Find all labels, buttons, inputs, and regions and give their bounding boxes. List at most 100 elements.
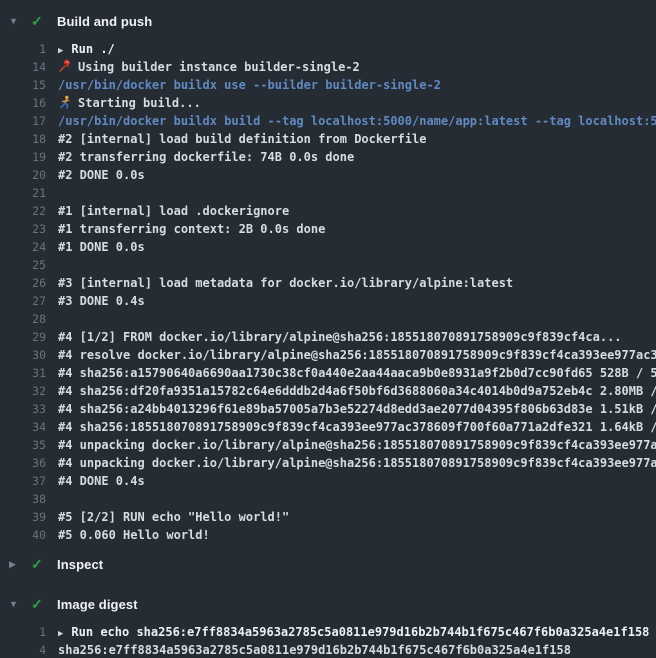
section-header-build-and-push[interactable]: ▼✓Build and push <box>0 8 656 34</box>
line-number[interactable]: 14 <box>0 58 46 76</box>
log-text: #4 resolve docker.io/library/alpine@sha2… <box>58 346 656 364</box>
log-line: 30 #4 resolve docker.io/library/alpine@sh… <box>0 346 656 364</box>
log-viewer: ▼✓Build and push1▶Run ./14Using builder … <box>0 0 656 658</box>
log-text-value: #5 0.060 Hello world! <box>58 528 210 542</box>
log-text: #4 [1/2] FROM docker.io/library/alpine@s… <box>58 328 622 346</box>
runner-icon <box>58 95 72 109</box>
log-line: 28 <box>0 310 656 328</box>
line-number[interactable]: 1 <box>0 623 46 641</box>
line-number[interactable]: 31 <box>0 364 46 382</box>
line-number[interactable]: 32 <box>0 382 46 400</box>
line-number[interactable]: 39 <box>0 508 46 526</box>
line-number[interactable]: 28 <box>0 310 46 328</box>
log-text-value: Run echo sha256:e7ff8834a5963a2785c5a081… <box>71 625 649 639</box>
log-line: 34 #4 sha256:185518070891758909c9f839cf4c… <box>0 418 656 436</box>
log-run-text: ▶ Run ./ <box>58 40 115 58</box>
log-line: 31 #4 sha256:a15790640a6690aa1730c38cf0a4… <box>0 364 656 382</box>
line-number[interactable]: 35 <box>0 436 46 454</box>
log-text-value: #4 DONE 0.4s <box>58 474 145 488</box>
line-number[interactable]: 37 <box>0 472 46 490</box>
log-text: #3 DONE 0.4s <box>58 292 145 310</box>
log-text: Starting build... <box>58 94 201 112</box>
log-text: #4 unpacking docker.io/library/alpine@sh… <box>58 454 656 472</box>
log-text-value: #5 [2/2] RUN echo "Hello world!" <box>58 510 289 524</box>
log-text-value: Run ./ <box>71 42 114 56</box>
log-line: 21 <box>0 184 656 202</box>
log-text-value: Using builder instance builder-single-2 <box>78 60 360 74</box>
log-text-value: #1 DONE 0.0s <box>58 240 145 254</box>
log-text-value: #2 transferring dockerfile: 74B 0.0s don… <box>58 150 354 164</box>
log-text: #3 [internal] load metadata for docker.i… <box>58 274 513 292</box>
log-text-value: #1 transferring context: 2B 0.0s done <box>58 222 325 236</box>
line-number[interactable]: 22 <box>0 202 46 220</box>
log-text: #1 transferring context: 2B 0.0s done <box>58 220 325 238</box>
line-number[interactable]: 27 <box>0 292 46 310</box>
log-text-value: #4 sha256:a24bb4013296f61e89ba57005a7b3e… <box>58 402 656 416</box>
line-number[interactable]: 34 <box>0 418 46 436</box>
log-line: 35#4 unpacking docker.io/library/alpine@… <box>0 436 656 454</box>
line-number[interactable]: 18 <box>0 130 46 148</box>
log-text: #1 DONE 0.0s <box>58 238 145 256</box>
log-text-value: #3 [internal] load metadata for docker.i… <box>58 276 513 290</box>
log-text: Using builder instance builder-single-2 <box>58 58 360 76</box>
pushpin-icon <box>58 59 72 73</box>
log-text: #5 [2/2] RUN echo "Hello world!" <box>58 508 289 526</box>
log-text-value: Starting build... <box>78 96 201 110</box>
log-line: 24 #1 DONE 0.0s <box>0 238 656 256</box>
log-text: #4 sha256:185518070891758909c9f839cf4ca3… <box>58 418 656 436</box>
check-icon: ✓ <box>31 596 57 613</box>
play-triangle-icon[interactable]: ▶ <box>58 42 63 58</box>
log-line: 36 #4 unpacking docker.io/library/alpine@… <box>0 454 656 472</box>
line-number[interactable]: 25 <box>0 256 46 274</box>
chevron-right-icon[interactable]: ▶ <box>9 551 31 577</box>
log-line: 22#1 [internal] load .dockerignore <box>0 202 656 220</box>
log-block-build-and-push: 1 ▶ Run ./ 14 Using builder instance builder… <box>0 34 656 551</box>
log-text: #2 DONE 0.0s <box>58 166 145 184</box>
check-icon: ✓ <box>31 556 57 573</box>
log-text: sha256:e7ff8834a5963a2785c5a0811e979d16b… <box>58 641 571 658</box>
line-number[interactable]: 38 <box>0 490 46 508</box>
log-text-value: /usr/bin/docker buildx build --tag local… <box>58 114 656 128</box>
line-number[interactable]: 1 <box>0 40 46 58</box>
chevron-down-icon[interactable]: ▼ <box>9 8 31 34</box>
log-command-text: /usr/bin/docker buildx build --tag local… <box>58 112 656 130</box>
line-number[interactable]: 16 <box>0 94 46 112</box>
log-line: 25 <box>0 256 656 274</box>
log-line: 19 #2 transferring dockerfile: 74B 0.0s d… <box>0 148 656 166</box>
log-line: 18#2 [internal] load build definition fr… <box>0 130 656 148</box>
line-number[interactable]: 29 <box>0 328 46 346</box>
log-line: 27 #3 DONE 0.4s <box>0 292 656 310</box>
log-text: #4 DONE 0.4s <box>58 472 145 490</box>
line-number[interactable]: 20 <box>0 166 46 184</box>
log-line: 4 sha256:e7ff8834a5963a2785c5a0811e979d16… <box>0 641 656 658</box>
line-number[interactable]: 30 <box>0 346 46 364</box>
line-number[interactable]: 23 <box>0 220 46 238</box>
line-number[interactable]: 15 <box>0 76 46 94</box>
log-text: #4 sha256:a15790640a6690aa1730c38cf0a440… <box>58 364 656 382</box>
line-number[interactable]: 33 <box>0 400 46 418</box>
log-line: 38 <box>0 490 656 508</box>
line-number[interactable]: 26 <box>0 274 46 292</box>
section-title: Inspect <box>57 557 103 572</box>
log-text-value: #4 sha256:185518070891758909c9f839cf4ca3… <box>58 420 656 434</box>
log-text: #5 0.060 Hello world! <box>58 526 210 544</box>
line-number[interactable]: 19 <box>0 148 46 166</box>
play-triangle-icon[interactable]: ▶ <box>58 625 63 641</box>
line-number[interactable]: 36 <box>0 454 46 472</box>
line-number[interactable]: 40 <box>0 526 46 544</box>
log-text-value: #2 DONE 0.0s <box>58 168 145 182</box>
log-line: 39 #5 [2/2] RUN echo "Hello world!" <box>0 508 656 526</box>
line-number[interactable]: 21 <box>0 184 46 202</box>
log-line: 1 ▶ Run ./ <box>0 40 656 58</box>
log-text-value: sha256:e7ff8834a5963a2785c5a0811e979d16b… <box>58 643 571 657</box>
log-line: 15/usr/bin/docker buildx use --builder b… <box>0 76 656 94</box>
line-number[interactable]: 24 <box>0 238 46 256</box>
line-number[interactable]: 4 <box>0 641 46 658</box>
log-text: #4 sha256:df20fa9351a15782c64e6dddb2d4a6… <box>58 382 656 400</box>
section-header-image-digest[interactable]: ▼✓Image digest <box>0 591 656 617</box>
section-header-inspect[interactable]: ▶✓Inspect <box>0 551 656 577</box>
log-line: 20 #2 DONE 0.0s <box>0 166 656 184</box>
log-text-value: #3 DONE 0.4s <box>58 294 145 308</box>
line-number[interactable]: 17 <box>0 112 46 130</box>
chevron-down-icon[interactable]: ▼ <box>9 591 31 617</box>
